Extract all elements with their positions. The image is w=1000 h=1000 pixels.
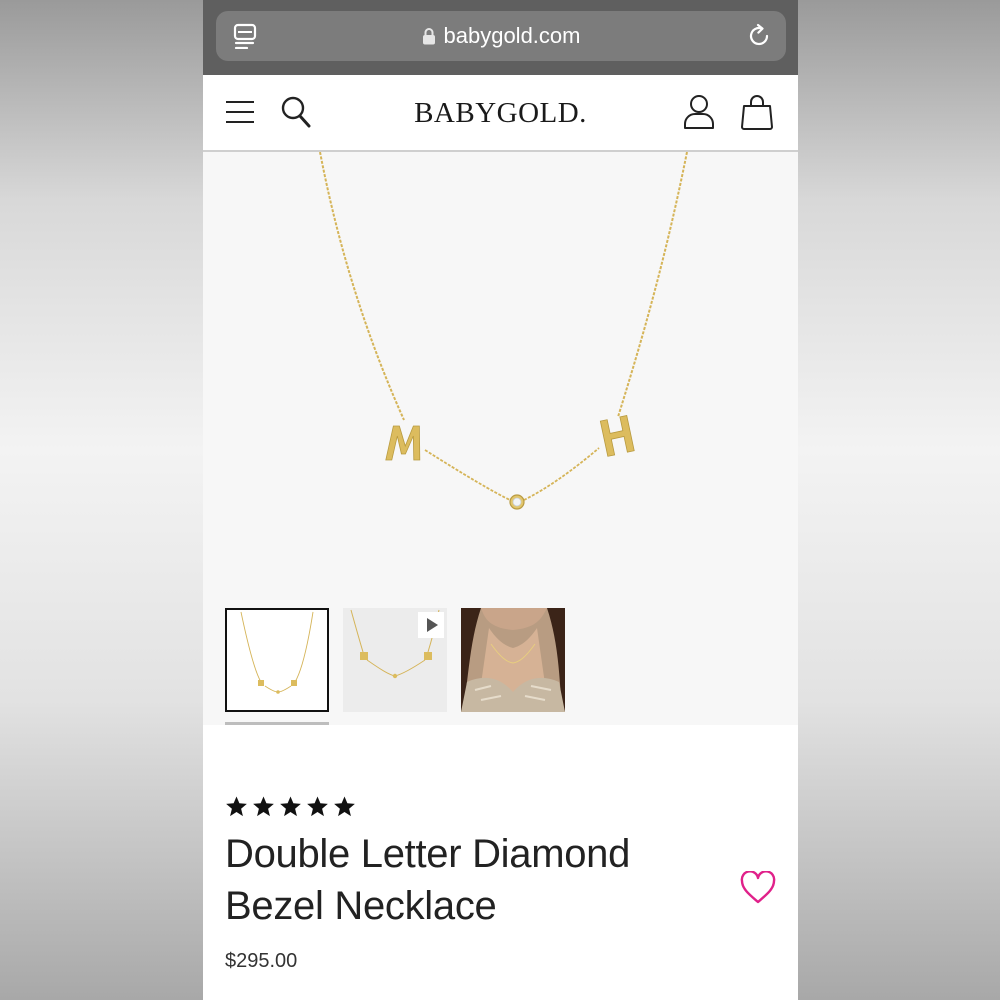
rating-stars[interactable]	[225, 795, 356, 818]
product-price: $295.00	[225, 950, 298, 972]
play-video-button[interactable]	[418, 612, 444, 638]
browser-toolbar: babygold.com	[203, 0, 798, 75]
star-icon	[334, 796, 355, 817]
url-text: babygold.com	[443, 23, 581, 48]
phone-screen: babygold.com BABYGOLD. Double Letter Dia…	[203, 0, 798, 1000]
star-icon	[226, 796, 247, 817]
letter-m-pendant	[385, 425, 421, 461]
address-bar[interactable]: babygold.com	[216, 11, 786, 61]
star-icon	[253, 796, 274, 817]
lock-icon	[422, 28, 435, 45]
star-icon	[307, 796, 328, 817]
product-main-image[interactable]	[203, 152, 798, 592]
background-right	[798, 0, 1000, 1000]
background-left	[0, 0, 203, 1000]
product-info: Double Letter Diamond Bezel Necklace $29…	[203, 725, 798, 1000]
thumbnail-necklace-front[interactable]	[225, 608, 329, 712]
star-icon	[280, 796, 301, 817]
play-icon	[427, 618, 438, 632]
product-title: Double Letter Diamond Bezel Necklace	[225, 832, 631, 928]
site-header: BABYGOLD.	[203, 75, 798, 152]
url-display[interactable]: babygold.com	[216, 11, 786, 61]
reload-icon[interactable]	[746, 23, 772, 49]
letter-h-pendant	[599, 415, 635, 457]
heart-icon[interactable]	[740, 871, 776, 905]
product-gallery	[203, 152, 798, 725]
shopping-bag-icon[interactable]	[740, 94, 774, 130]
thumbnail-necklace-video[interactable]	[343, 608, 447, 712]
user-icon[interactable]	[683, 94, 715, 130]
thumbnail-model-wearing[interactable]	[461, 608, 565, 712]
